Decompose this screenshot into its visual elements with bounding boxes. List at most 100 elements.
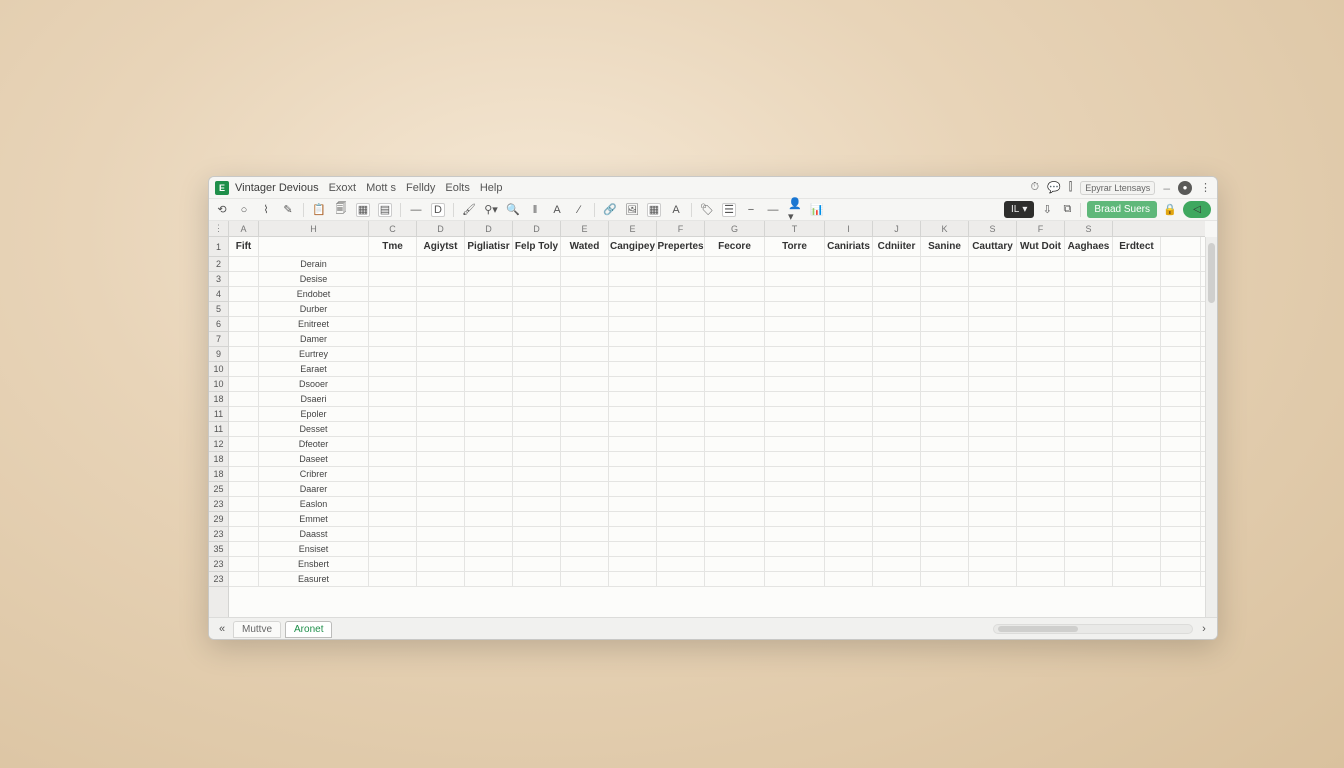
- cell[interactable]: [417, 572, 465, 586]
- cell[interactable]: [1065, 272, 1113, 286]
- row-header[interactable]: 23: [209, 557, 228, 572]
- cell[interactable]: Caniriats: [825, 237, 873, 256]
- cell[interactable]: [825, 512, 873, 526]
- line-icon[interactable]: —: [766, 203, 780, 217]
- cell[interactable]: Dsooer: [259, 377, 369, 391]
- cell[interactable]: [561, 542, 609, 556]
- cell[interactable]: Ensiset: [259, 542, 369, 556]
- cell[interactable]: [1161, 557, 1201, 571]
- cell[interactable]: [561, 392, 609, 406]
- cell[interactable]: [609, 257, 657, 271]
- cell[interactable]: [825, 377, 873, 391]
- cell[interactable]: [229, 287, 259, 301]
- cell[interactable]: [609, 512, 657, 526]
- cell[interactable]: [873, 437, 921, 451]
- cell[interactable]: [921, 422, 969, 436]
- cell[interactable]: [873, 407, 921, 421]
- cell[interactable]: Agiytst: [417, 237, 465, 256]
- cell[interactable]: [561, 377, 609, 391]
- cell[interactable]: [873, 347, 921, 361]
- extension-icon[interactable]: ⧉: [1060, 203, 1074, 217]
- cell[interactable]: [465, 332, 513, 346]
- cell[interactable]: [705, 467, 765, 481]
- cell[interactable]: [1161, 512, 1201, 526]
- cell[interactable]: [465, 317, 513, 331]
- cell[interactable]: [873, 257, 921, 271]
- column-header[interactable]: C: [369, 221, 417, 236]
- menu-item-2[interactable]: Felldy: [406, 182, 435, 194]
- cell[interactable]: [417, 557, 465, 571]
- cell[interactable]: [1113, 482, 1161, 496]
- menu-icon[interactable]: ☰: [722, 203, 736, 217]
- cell[interactable]: [921, 362, 969, 376]
- menu-item-1[interactable]: Mott s: [366, 182, 396, 194]
- cell[interactable]: [417, 302, 465, 316]
- row-header[interactable]: 18: [209, 467, 228, 482]
- cell[interactable]: [1065, 317, 1113, 331]
- sheet-tab-0[interactable]: Muttve: [233, 621, 281, 638]
- cell[interactable]: [561, 272, 609, 286]
- cell[interactable]: [465, 407, 513, 421]
- cell[interactable]: [921, 392, 969, 406]
- cell[interactable]: [229, 512, 259, 526]
- cell[interactable]: [765, 527, 825, 541]
- cell[interactable]: [229, 392, 259, 406]
- cell[interactable]: [765, 422, 825, 436]
- row-header[interactable]: 12: [209, 437, 228, 452]
- cell[interactable]: Durber: [259, 302, 369, 316]
- cell[interactable]: [1161, 392, 1201, 406]
- cell[interactable]: [705, 422, 765, 436]
- row-header[interactable]: 9: [209, 347, 228, 362]
- cell[interactable]: [1065, 332, 1113, 346]
- cell[interactable]: [921, 512, 969, 526]
- row-header[interactable]: 4: [209, 287, 228, 302]
- cell[interactable]: [1017, 287, 1065, 301]
- column-header[interactable]: K: [921, 221, 969, 236]
- cell[interactable]: [705, 512, 765, 526]
- cell[interactable]: [561, 572, 609, 586]
- cell[interactable]: [825, 452, 873, 466]
- cell[interactable]: [825, 437, 873, 451]
- cell[interactable]: [825, 557, 873, 571]
- cell[interactable]: [1065, 512, 1113, 526]
- cell[interactable]: [705, 527, 765, 541]
- cell[interactable]: [609, 287, 657, 301]
- cell[interactable]: [229, 257, 259, 271]
- cell[interactable]: [513, 572, 561, 586]
- cell[interactable]: Endobet: [259, 287, 369, 301]
- cell[interactable]: [1161, 407, 1201, 421]
- cell[interactable]: [1161, 422, 1201, 436]
- cell[interactable]: [1017, 347, 1065, 361]
- cell[interactable]: [873, 332, 921, 346]
- cell[interactable]: [705, 452, 765, 466]
- cell[interactable]: [229, 482, 259, 496]
- cell[interactable]: [465, 482, 513, 496]
- cell[interactable]: [369, 497, 417, 511]
- cell[interactable]: Prepertes: [657, 237, 705, 256]
- cell[interactable]: [609, 377, 657, 391]
- cell[interactable]: [1017, 377, 1065, 391]
- column-header[interactable]: D: [417, 221, 465, 236]
- cell[interactable]: [609, 527, 657, 541]
- cell[interactable]: [369, 347, 417, 361]
- column-header[interactable]: E: [609, 221, 657, 236]
- cell[interactable]: [417, 497, 465, 511]
- menu-item-3[interactable]: Eolts: [445, 182, 469, 194]
- cell[interactable]: [1017, 557, 1065, 571]
- cell[interactable]: [465, 377, 513, 391]
- cell[interactable]: [873, 542, 921, 556]
- cell[interactable]: [513, 527, 561, 541]
- column-header[interactable]: I: [825, 221, 873, 236]
- cell[interactable]: Enitreet: [259, 317, 369, 331]
- cell[interactable]: [609, 572, 657, 586]
- cell[interactable]: [417, 527, 465, 541]
- cell[interactable]: [657, 377, 705, 391]
- cell[interactable]: [513, 452, 561, 466]
- cell[interactable]: [369, 542, 417, 556]
- link-icon[interactable]: 🔗: [603, 203, 617, 217]
- cell[interactable]: [465, 257, 513, 271]
- cell[interactable]: [229, 347, 259, 361]
- cell[interactable]: [825, 392, 873, 406]
- cell[interactable]: [657, 392, 705, 406]
- cell[interactable]: [969, 542, 1017, 556]
